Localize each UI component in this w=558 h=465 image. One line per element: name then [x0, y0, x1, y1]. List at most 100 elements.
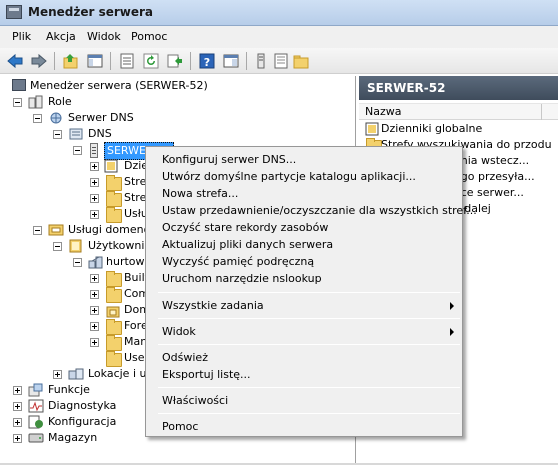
collapse-icon[interactable] [73, 258, 82, 267]
forward-arrow-icon[interactable] [30, 52, 48, 70]
folder-icon [106, 271, 122, 287]
tree-item-storage[interactable]: Magazyn [0, 430, 160, 446]
menu-action[interactable]: Akcja [46, 30, 76, 43]
tree-item-managed-service[interactable]: Man [0, 334, 160, 351]
list-icon[interactable] [272, 52, 290, 70]
tree-item-roles[interactable]: Role [0, 94, 200, 110]
properties-icon[interactable] [118, 52, 136, 70]
toolbar-separator [190, 52, 191, 70]
tree-item-foreign-security[interactable]: Fore [0, 318, 160, 335]
log-icon [104, 159, 120, 173]
console-icon[interactable] [222, 52, 240, 70]
menu-item-scavenge[interactable]: Oczyść stare rekordy zasobów [162, 219, 328, 237]
diagnostics-icon [28, 399, 44, 413]
tree-item-computers[interactable]: Com [0, 286, 160, 303]
collapse-icon[interactable] [33, 226, 42, 235]
menu-file[interactable]: Plik [12, 30, 31, 43]
expand-icon[interactable] [90, 306, 99, 315]
tree-label-roles: Role [48, 95, 72, 108]
folder-icon [106, 287, 122, 303]
context-menu: Konfiguruj serwer DNS... Utwórz domyślne… [145, 146, 477, 437]
tree-item-reverse-zones[interactable]: Stre [0, 190, 160, 207]
window-title: Menedżer serwera [28, 5, 154, 19]
expand-icon[interactable] [53, 370, 62, 379]
menu-item-all-tasks[interactable]: Wszystkie zadania [162, 297, 452, 315]
show-hide-tree-icon[interactable] [86, 52, 104, 70]
folder-icon[interactable] [292, 52, 310, 70]
menu-item-nslookup[interactable]: Uruchom narzędzie nslookup [162, 270, 322, 288]
tree-item-users-computers[interactable]: Użytkownicy [0, 238, 160, 254]
up-folder-icon[interactable] [62, 52, 80, 70]
export-list-icon[interactable] [166, 52, 184, 70]
expand-icon[interactable] [13, 434, 22, 443]
tree-label-users: Use [124, 351, 145, 364]
menu-item-properties[interactable]: Właściwości [162, 392, 228, 410]
collapse-icon[interactable] [33, 114, 42, 123]
expand-icon[interactable] [90, 290, 99, 299]
tree-item-diagnostics[interactable]: Diagnostyka [0, 398, 160, 414]
server-icon[interactable] [252, 52, 270, 70]
menu-item-clear-cache[interactable]: Wyczyść pamięć podręczną [162, 253, 314, 271]
help-icon[interactable]: ? [198, 52, 216, 70]
tree-item-services[interactable]: Usłu [0, 206, 160, 223]
tree-label-reverse-zones: Stre [124, 191, 147, 204]
tree-item-configuration[interactable]: Konfiguracja [0, 414, 160, 430]
tree-item-forward-zones[interactable]: Stre [0, 174, 160, 191]
tree-item-features[interactable]: Funkcje [0, 382, 160, 398]
tree-item-dns-server[interactable]: Serwer DNS [0, 110, 200, 126]
expand-icon[interactable] [13, 418, 22, 427]
refresh-icon[interactable] [142, 52, 160, 70]
expand-icon[interactable] [13, 402, 22, 411]
column-header-name[interactable]: Nazwa [359, 103, 558, 120]
expand-icon[interactable] [90, 322, 99, 331]
expand-icon[interactable] [90, 274, 99, 283]
collapse-icon[interactable] [53, 242, 62, 251]
folder-icon [106, 191, 122, 207]
column-divider[interactable] [541, 104, 542, 120]
expand-icon[interactable] [90, 162, 99, 171]
submenu-arrow-icon [450, 302, 454, 310]
menu-help[interactable]: Pomoc [131, 30, 167, 43]
tree-label-configuration: Konfiguracja [48, 415, 117, 428]
expand-icon[interactable] [90, 194, 99, 203]
tree-item-sites[interactable]: Lokacje i us [0, 366, 160, 382]
menu-item-help[interactable]: Pomoc [162, 418, 198, 436]
menu-separator [158, 318, 460, 319]
expand-icon[interactable] [90, 338, 99, 347]
menu-item-update-files[interactable]: Aktualizuj pliki danych serwera [162, 236, 333, 254]
expand-icon[interactable] [90, 178, 99, 187]
roles-icon [28, 95, 44, 109]
menu-item-new-zone[interactable]: Nowa strefa... [162, 185, 238, 203]
menu-separator [158, 344, 460, 345]
menu-item-create-partitions[interactable]: Utwórz domyślne partycje katalogu aplika… [162, 168, 416, 186]
menu-item-view[interactable]: Widok [162, 323, 452, 341]
toolbar-separator [110, 52, 111, 70]
tree-label-features: Funkcje [48, 383, 90, 396]
menu-separator [158, 413, 460, 414]
menu-item-refresh[interactable]: Odśwież [162, 349, 208, 367]
collapse-icon[interactable] [73, 146, 82, 155]
tree-item-domain-controllers[interactable]: Dom [0, 302, 160, 318]
column-header-label: Nazwa [365, 105, 402, 118]
collapse-icon[interactable] [13, 98, 22, 107]
configuration-icon [28, 415, 44, 429]
tree-item-users[interactable]: Use [0, 350, 160, 367]
tree-item-builtin[interactable]: Built [0, 270, 160, 287]
menu-item-export-list[interactable]: Eksportuj listę... [162, 366, 251, 384]
menu-view[interactable]: Widok [87, 30, 121, 43]
collapse-icon[interactable] [53, 130, 62, 139]
menu-item-configure-dns[interactable]: Konfiguruj serwer DNS... [162, 151, 296, 169]
menu-item-set-aging[interactable]: Ustaw przedawnienie/oczyszczanie dla wsz… [162, 202, 477, 220]
expand-icon[interactable] [90, 210, 99, 219]
back-arrow-icon[interactable] [6, 52, 24, 70]
tree-item-ad-services[interactable]: Usługi domenow [0, 222, 160, 238]
tree-label-managed-service: Man [124, 335, 148, 348]
tree-label-sites: Lokacje i us [88, 367, 153, 380]
tree-item-domain[interactable]: hurtown [0, 254, 160, 270]
results-pane-header: SERWER-52 [359, 76, 558, 100]
tree-item-global-logs[interactable]: Dzien [0, 158, 160, 174]
toolbar-separator [54, 52, 55, 70]
expand-icon[interactable] [13, 386, 22, 395]
tree-item-dns[interactable]: DNS [0, 126, 200, 142]
folder-icon [106, 335, 122, 351]
